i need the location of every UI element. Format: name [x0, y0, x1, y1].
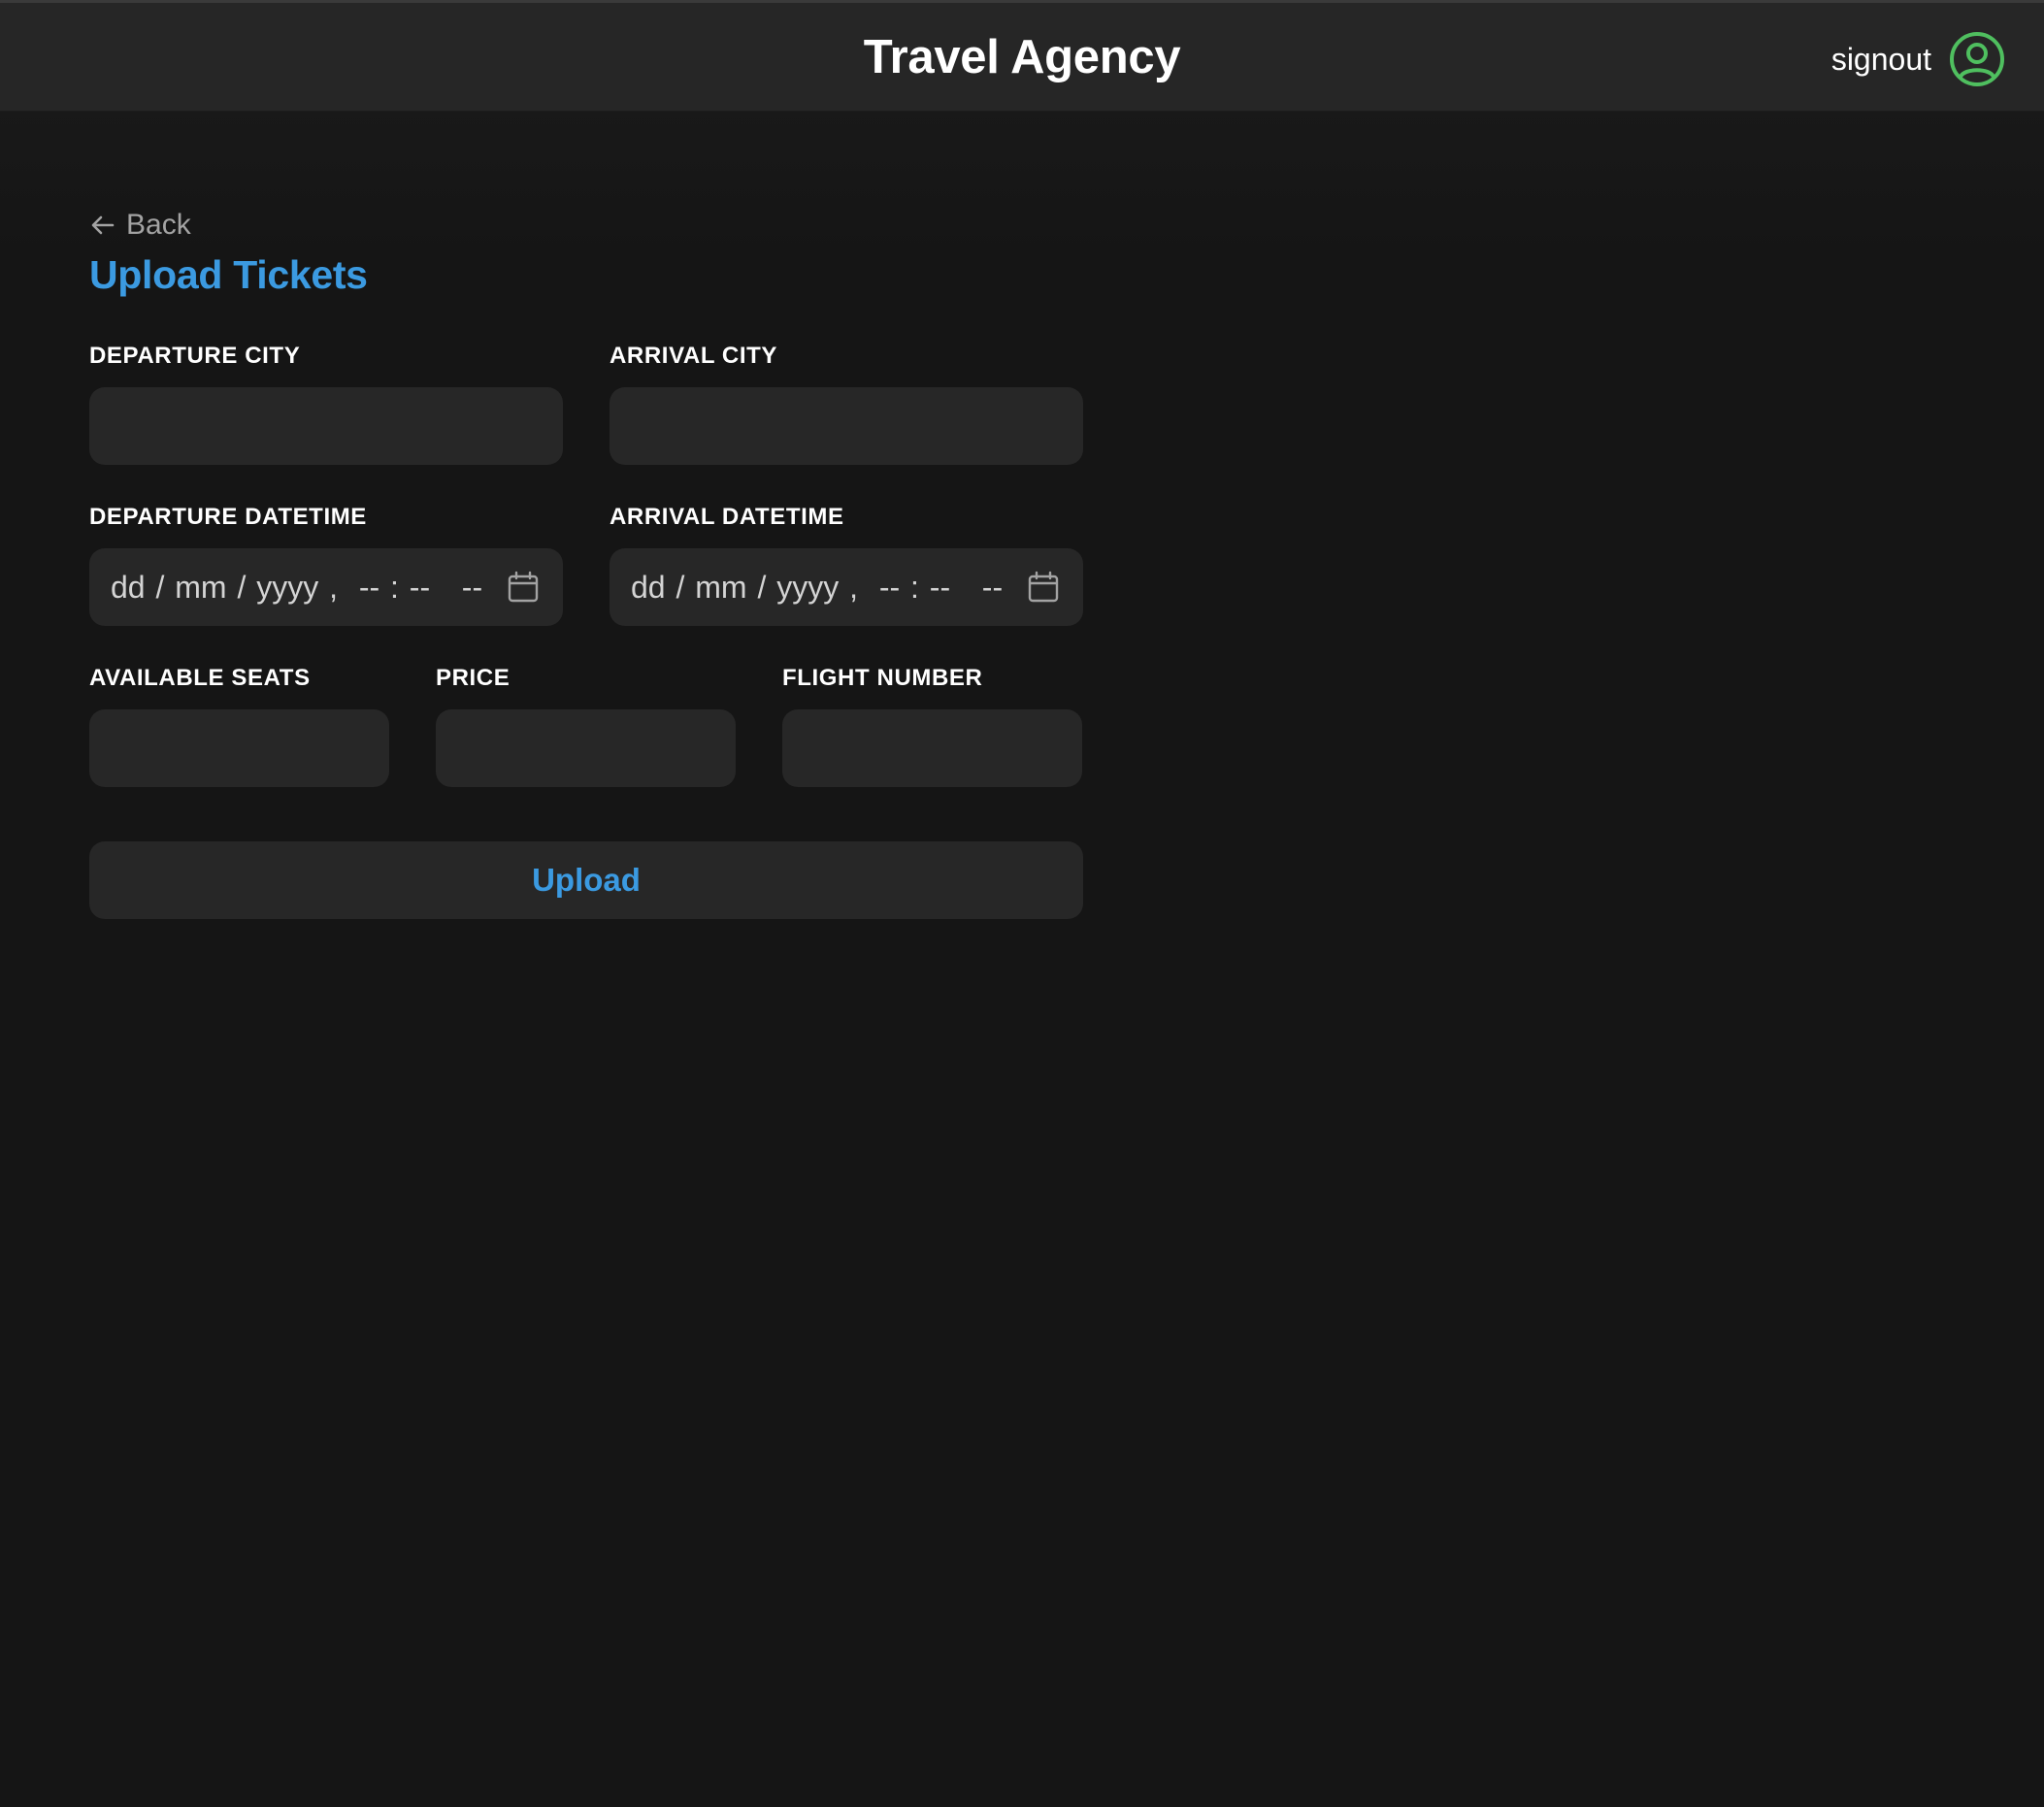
flight-number-input[interactable] — [782, 709, 1082, 787]
departure-city-label: DEPARTURE CITY — [89, 343, 301, 369]
details-row: AVAILABLE SEATS PRICE FLIGHT NUMBER — [89, 665, 1083, 787]
upload-button[interactable]: Upload — [89, 841, 1083, 919]
price-label: PRICE — [436, 665, 511, 691]
arrival-datetime-placeholder: dd / mm / yyyy , -- : -- -- — [631, 569, 1004, 605]
app-title: Travel Agency — [863, 31, 1181, 83]
departure-datetime-field: DEPARTURE DATETIME dd / mm / yyyy , -- :… — [89, 504, 563, 626]
signout-link[interactable]: signout — [1831, 42, 1931, 78]
user-circle-icon[interactable] — [1949, 31, 2005, 87]
available-seats-field: AVAILABLE SEATS — [89, 665, 389, 787]
arrival-datetime-input[interactable]: dd / mm / yyyy , -- : -- -- — [610, 548, 1083, 626]
arrow-left-icon — [89, 212, 116, 239]
user-area: signout — [1831, 30, 2005, 88]
arrival-city-field: ARRIVAL CITY — [610, 343, 1083, 465]
departure-datetime-input[interactable]: dd / mm / yyyy , -- : -- -- — [89, 548, 563, 626]
city-row: DEPARTURE CITY ARRIVAL CITY — [89, 343, 1083, 465]
available-seats-input[interactable] — [89, 709, 389, 787]
flight-number-label: FLIGHT NUMBER — [782, 665, 983, 691]
departure-city-field: DEPARTURE CITY — [89, 343, 563, 465]
flight-number-field: FLIGHT NUMBER — [782, 665, 1082, 787]
back-link[interactable]: Back — [89, 204, 1083, 246]
datetime-row: DEPARTURE DATETIME dd / mm / yyyy , -- :… — [89, 504, 1083, 626]
arrival-city-label: ARRIVAL CITY — [610, 343, 777, 369]
upload-tickets-form-section: Back Upload Tickets DEPARTURE CITY ARRIV… — [89, 204, 1083, 919]
page-title: Upload Tickets — [89, 252, 368, 297]
arrival-datetime-field: ARRIVAL DATETIME dd / mm / yyyy , -- : -… — [610, 504, 1083, 626]
top-bar: Travel Agency signout — [0, 0, 2044, 112]
arrival-city-input[interactable] — [610, 387, 1083, 465]
arrival-datetime-label: ARRIVAL DATETIME — [610, 504, 844, 530]
departure-datetime-placeholder: dd / mm / yyyy , -- : -- -- — [111, 569, 483, 605]
calendar-icon[interactable] — [1027, 571, 1060, 604]
departure-city-input[interactable] — [89, 387, 563, 465]
price-field: PRICE — [436, 665, 736, 787]
available-seats-label: AVAILABLE SEATS — [89, 665, 311, 691]
price-input[interactable] — [436, 709, 736, 787]
calendar-icon[interactable] — [507, 571, 540, 604]
departure-datetime-label: DEPARTURE DATETIME — [89, 504, 367, 530]
page: Travel Agency signout Back Upload Ticket… — [0, 0, 2044, 1807]
back-label: Back — [126, 209, 191, 241]
